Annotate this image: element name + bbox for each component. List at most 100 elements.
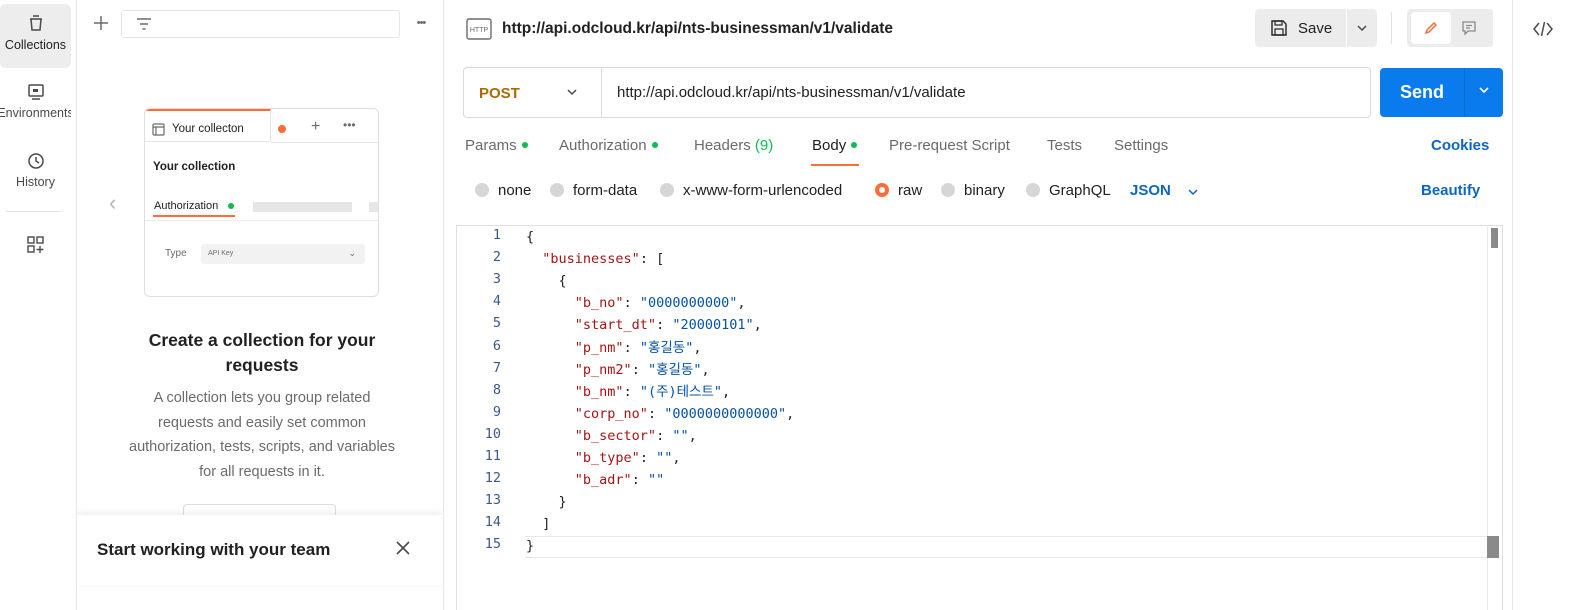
line-number: 6 <box>492 337 501 354</box>
body-editor[interactable]: 1 2 3 4 5 6 7 8 9 10 11 12 13 14 15 { "businesses": [ … <box>456 225 1503 610</box>
preview-status-dot <box>228 203 234 209</box>
beautify-button[interactable]: Beautify <box>1421 182 1480 199</box>
chevron-down-icon[interactable] <box>565 85 579 99</box>
history-icon <box>27 153 44 169</box>
scrollbar-thumb[interactable] <box>1491 228 1498 248</box>
status-dot <box>851 142 858 148</box>
code-line: "start_dt": "20000101", <box>574 317 762 334</box>
radio-binary[interactable]: binary <box>941 182 1005 199</box>
tab-label: Body <box>812 137 847 154</box>
code-line: } <box>526 494 567 511</box>
code-line: "businesses": [ <box>542 251 665 268</box>
send-button[interactable]: Send <box>1380 68 1464 117</box>
preview-type-value: API Key <box>208 250 234 257</box>
radio-x-www-form-urlencoded[interactable]: x-www-form-urlencoded <box>660 182 842 199</box>
body-format-select[interactable]: JSON <box>1130 182 1171 199</box>
right-context-bar <box>1512 0 1593 610</box>
tab-tests[interactable]: Tests <box>1047 137 1082 154</box>
tab-label: Params <box>465 137 517 154</box>
url-input[interactable]: http://api.odcloud.kr/api/nts-businessma… <box>617 84 966 101</box>
radio-none[interactable]: none <box>475 182 531 199</box>
radio-circle <box>550 183 564 197</box>
chevron-down-icon <box>1357 25 1367 32</box>
radio-label: binary <box>964 182 1005 199</box>
collections-icon <box>29 15 42 31</box>
cookies-link[interactable]: Cookies <box>1431 137 1489 154</box>
rail-item-collections[interactable]: Collections <box>0 4 71 68</box>
tab-params[interactable]: Params <box>465 137 528 154</box>
tab-label: Tests <box>1047 137 1083 154</box>
rail-item-apps[interactable] <box>0 225 71 271</box>
collections-sidebar: ••• ‹ Your collecton + ••• Your collecti… <box>77 0 444 610</box>
tab-label: Settings <box>1114 137 1169 154</box>
left-rail: Collections Environments History <box>0 0 77 610</box>
save-button[interactable]: Save <box>1255 9 1346 47</box>
preview-divider <box>145 220 378 221</box>
save-label: Save <box>1298 20 1333 37</box>
more-options-button[interactable]: ••• <box>407 9 435 37</box>
radio-graphql[interactable]: GraphQL <box>1026 182 1111 199</box>
tab-body[interactable]: Body <box>812 137 858 154</box>
tab-label: Pre-request Script <box>889 137 1010 154</box>
code-snippet-icon[interactable] <box>1532 20 1554 38</box>
line-number: 10 <box>484 425 501 442</box>
headers-count: (9) <box>754 137 774 154</box>
request-title[interactable]: http://api.odcloud.kr/api/nts-businessma… <box>502 20 893 38</box>
rail-item-history[interactable]: History <box>0 141 71 205</box>
new-collection-button[interactable] <box>87 9 115 37</box>
unsaved-dot <box>278 125 286 133</box>
code-line: "corp_no": "0000000000000", <box>574 405 795 422</box>
code-line: { <box>526 229 535 245</box>
preview-placeholder-bar <box>253 202 352 212</box>
code-area[interactable]: { "businesses": [ { "b_no": "0000000000"… <box>526 226 1482 610</box>
chevron-down-icon: ⌄ <box>348 248 356 258</box>
status-dot <box>521 142 528 148</box>
line-number: 7 <box>492 359 501 376</box>
save-options-button[interactable] <box>1347 9 1377 47</box>
line-number: 3 <box>492 271 501 288</box>
rail-label-collections: Collections <box>4 38 67 52</box>
radio-form-data[interactable]: form-data <box>550 182 637 199</box>
line-number: 14 <box>484 514 501 531</box>
document-icon <box>152 123 165 136</box>
edit-mode-button[interactable] <box>1411 12 1451 44</box>
tab-authorization[interactable]: Authorization <box>559 137 658 154</box>
radio-circle <box>1026 183 1040 197</box>
filter-input[interactable] <box>121 10 400 38</box>
comment-icon <box>1462 21 1476 36</box>
radio-raw[interactable]: raw <box>875 182 922 199</box>
tab-headers[interactable]: Headers (9) <box>694 137 773 154</box>
radio-circle <box>660 183 674 197</box>
url-bar: POST http://api.odcloud.kr/api/nts-busin… <box>463 67 1371 118</box>
tab-pre-request-script[interactable]: Pre-request Script <box>889 137 1010 154</box>
line-number: 15 <box>484 536 501 553</box>
preview-type-select: API Key ⌄ <box>201 244 365 264</box>
team-banner: Start working with your team <box>77 515 443 585</box>
chevron-down-icon[interactable] <box>1186 185 1200 199</box>
line-number: 4 <box>492 293 501 310</box>
preview-plus-icon: + <box>311 118 321 135</box>
line-number: 5 <box>492 315 501 332</box>
code-line: "b_sector": "", <box>574 427 697 444</box>
preview-divider <box>271 142 378 143</box>
close-icon[interactable] <box>395 539 411 562</box>
method-select[interactable]: POST <box>479 85 520 102</box>
rail-label-history: History <box>16 175 55 189</box>
tab-settings[interactable]: Settings <box>1114 137 1168 154</box>
active-tab-indicator <box>811 164 859 166</box>
radio-label: form-data <box>573 182 638 199</box>
rail-item-environments[interactable]: Environments <box>0 72 71 136</box>
url-divider <box>601 68 602 117</box>
environments-icon <box>27 84 44 100</box>
chevron-down-icon <box>1479 87 1489 94</box>
rail-label-environments: Environments <box>0 106 71 120</box>
radio-circle <box>875 183 889 197</box>
http-icon: HTTP <box>466 18 492 40</box>
toolbar-divider <box>1391 12 1392 44</box>
send-options-button[interactable] <box>1465 68 1503 117</box>
status-dot <box>651 142 658 148</box>
chevron-left-icon[interactable]: ‹ <box>109 190 116 216</box>
preview-tab-underline <box>153 215 235 217</box>
line-number: 2 <box>492 249 501 266</box>
request-workspace: HTTP http://api.odcloud.kr/api/nts-busin… <box>445 0 1512 610</box>
